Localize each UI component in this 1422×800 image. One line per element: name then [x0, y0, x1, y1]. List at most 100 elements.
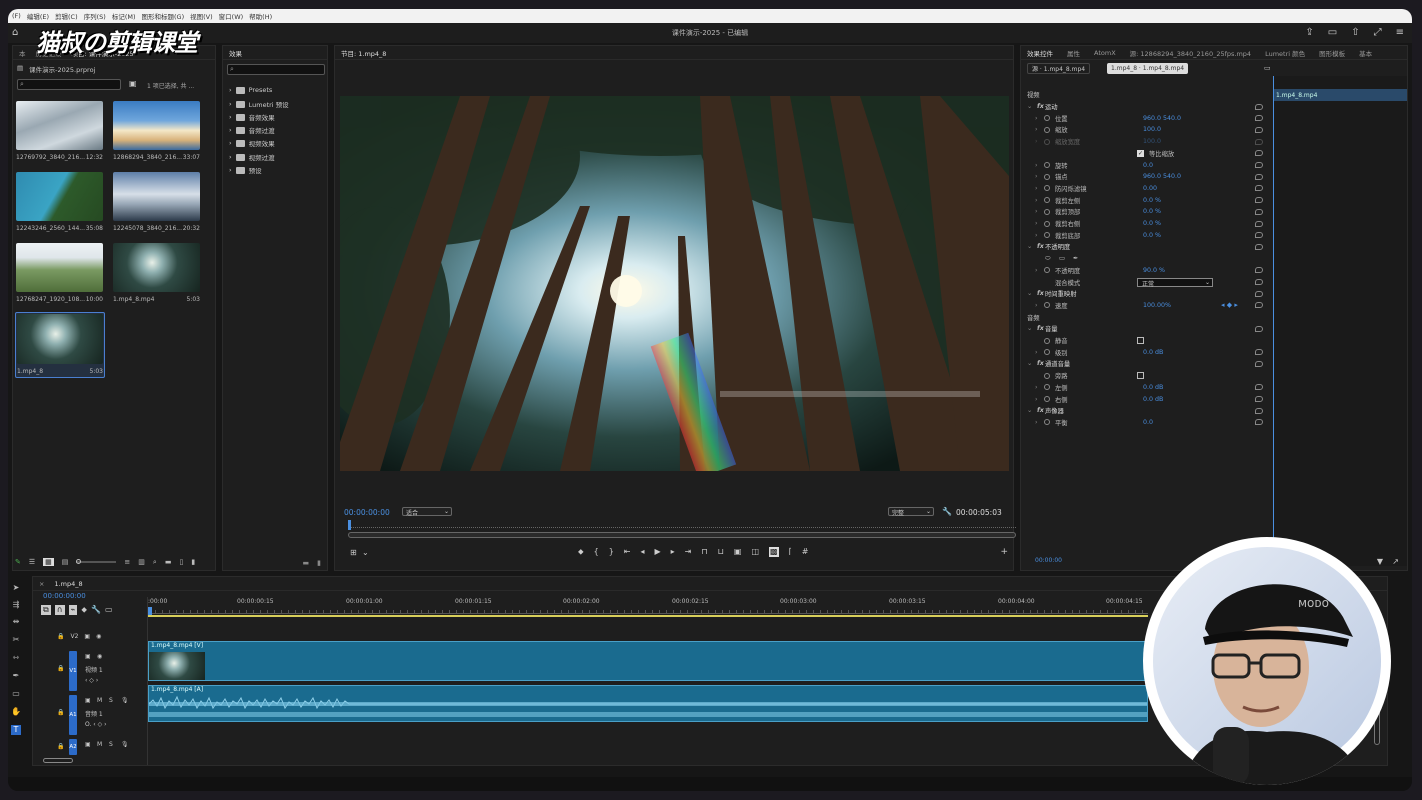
solo-icon[interactable]: S — [109, 741, 113, 748]
menu-item[interactable]: 图形和标题(G) — [142, 11, 185, 21]
menu-item[interactable]: (F) — [12, 12, 21, 20]
reset-icon[interactable] — [1255, 325, 1263, 332]
reset-icon[interactable] — [1255, 384, 1263, 391]
stopwatch-icon[interactable] — [1044, 197, 1050, 204]
sync-lock-icon[interactable]: ▣ — [84, 633, 90, 640]
sync-lock-icon[interactable]: ▣ — [85, 653, 91, 660]
tab-atomx[interactable]: AtomX — [1094, 49, 1116, 57]
ec-property-row[interactable]: › 旋转 0.0 — [1025, 159, 1265, 171]
menu-item[interactable]: 标记(M) — [112, 11, 136, 21]
ec-effect-header[interactable]: ⌄ fx 不透明度 — [1025, 241, 1265, 253]
menu-item[interactable]: 编辑(E) — [27, 11, 49, 21]
share-icon[interactable]: ⇪ — [1305, 27, 1313, 38]
close-icon[interactable]: × — [39, 580, 44, 588]
effects-folder[interactable]: › 视频效果 — [229, 138, 275, 148]
chevron-right-icon[interactable]: › — [1035, 126, 1038, 133]
reset-icon[interactable] — [1255, 349, 1263, 356]
effects-folder[interactable]: › 音频效果 — [229, 112, 275, 122]
chevron-down-icon[interactable]: ⌄ — [362, 548, 369, 557]
chevron-right-icon[interactable]: › — [1035, 162, 1038, 169]
ec-timeline-area[interactable] — [1273, 76, 1407, 566]
ec-property-row[interactable]: 旁路 — [1025, 370, 1265, 382]
stopwatch-icon[interactable] — [1044, 162, 1050, 169]
lift-icon[interactable]: ⊓ — [701, 547, 707, 557]
stopwatch-icon[interactable] — [1044, 173, 1050, 180]
clip-thumbnail-snow[interactable] — [16, 101, 103, 150]
ec-property-row[interactable]: 混合模式 正常 ⌄ — [1025, 276, 1265, 288]
property-value[interactable]: 960.0 540.0 — [1143, 115, 1181, 122]
camera-icon[interactable]: ▣ — [734, 547, 742, 557]
menu-item[interactable]: 帮助(H) — [249, 11, 272, 21]
menu-item[interactable]: 序列(S) — [84, 11, 106, 21]
ec-property-row[interactable]: › 右侧 0.0 dB — [1025, 393, 1265, 405]
stopwatch-icon[interactable] — [1044, 396, 1050, 403]
stopwatch-icon[interactable] — [1044, 208, 1050, 215]
tab-lumetri[interactable]: Lumetri 颜色 — [1265, 48, 1305, 58]
chevron-right-icon[interactable]: › — [1035, 396, 1038, 403]
ec-property-row[interactable]: › 左侧 0.0 dB — [1025, 382, 1265, 394]
new-bin-icon[interactable]: ▬ — [165, 558, 172, 566]
vr-icon[interactable]: ⌈ — [789, 547, 792, 557]
ec-effect-header[interactable]: ⌄ fx 时间重映射 — [1025, 288, 1265, 300]
linked-selection-icon[interactable]: ⌁ — [68, 605, 78, 615]
ec-property-row[interactable]: 静音 — [1025, 335, 1265, 347]
ec-section-header[interactable]: 音频 — [1025, 311, 1265, 323]
timeline-timecode[interactable]: 00:00:00:00 — [43, 592, 86, 600]
type-tool-icon[interactable]: T — [11, 725, 21, 735]
tab-program[interactable]: 节目: 1.mp4_8 — [341, 48, 386, 58]
ec-mask-tools[interactable]: ⬭ ▭ ✒ — [1025, 253, 1265, 265]
sort-icon[interactable]: ≡ — [124, 558, 130, 566]
toggle-proxy-icon[interactable]: ▩ — [769, 547, 779, 557]
mark-out-icon[interactable]: } — [609, 547, 614, 557]
stopwatch-icon[interactable] — [1044, 384, 1050, 391]
reset-icon[interactable] — [1255, 208, 1263, 215]
stopwatch-icon[interactable] — [1044, 419, 1050, 426]
eye-icon[interactable]: ◉ — [96, 633, 101, 640]
ec-property-row[interactable]: › 防闪烁滤镜 0.00 — [1025, 183, 1265, 195]
playhead-marker[interactable] — [348, 520, 351, 530]
lock-icon[interactable]: 🔒 — [57, 665, 64, 672]
clip-thumbnail-coast[interactable] — [16, 172, 103, 221]
track-target-a2[interactable]: A2 — [69, 739, 77, 755]
stopwatch-icon[interactable] — [1044, 302, 1050, 309]
fx-badge-icon[interactable]: fx — [1037, 103, 1044, 110]
work-area-bar[interactable] — [148, 615, 1148, 617]
ec-effect-header[interactable]: ⌄ fx 运动 — [1025, 101, 1265, 113]
clip-thumbnail-clouds[interactable] — [113, 101, 200, 150]
reset-icon[interactable] — [1255, 173, 1263, 180]
reset-icon[interactable] — [1255, 267, 1263, 274]
ec-playhead[interactable] — [1273, 76, 1274, 566]
playhead-timecode[interactable]: 00:00:00:00 — [344, 508, 390, 517]
tab-essential[interactable]: 基本 — [1359, 48, 1372, 58]
blend-mode-dropdown[interactable]: 正常 ⌄ — [1137, 277, 1213, 288]
ec-property-row[interactable]: › 速度 100.00% ◂ ◆ ▸ — [1025, 300, 1265, 312]
window-icon[interactable]: ▭ — [1328, 27, 1337, 38]
chevron-right-icon[interactable]: › — [1035, 419, 1038, 426]
stopwatch-icon[interactable] — [1044, 267, 1050, 274]
ec-effect-header[interactable]: ⌄ fx 音量 — [1025, 323, 1265, 335]
ec-property-row[interactable]: › 不透明度 90.0 % — [1025, 265, 1265, 277]
property-value[interactable]: 0.0 dB — [1143, 396, 1163, 403]
ec-property-row[interactable]: › 裁剪左侧 0.0 % — [1025, 194, 1265, 206]
freeform-view-icon[interactable]: ▤ — [62, 558, 69, 566]
menu-icon[interactable]: ≡ — [1396, 27, 1404, 38]
grid-icon[interactable]: # — [802, 547, 809, 557]
marker-icon[interactable]: ⬥ — [578, 547, 584, 557]
timeline-scroll-bar[interactable] — [43, 758, 73, 763]
clip-thumbnail-sea-of-clouds[interactable] — [113, 172, 200, 221]
chevron-down-icon[interactable]: ⌄ — [1027, 243, 1032, 250]
step-forward-icon[interactable]: ▸ — [671, 547, 675, 557]
stopwatch-icon[interactable] — [1044, 220, 1050, 227]
nest-icon[interactable]: ⧉ — [41, 605, 51, 615]
chevron-right-icon[interactable]: › — [1035, 208, 1038, 215]
timeline-ruler[interactable]: :00:00 00:00:00:15 00:00:01:00 00:00:01:… — [148, 598, 1143, 610]
new-bin-icon[interactable]: ▣ — [129, 79, 137, 88]
clip-thumbnail-forest[interactable] — [113, 243, 200, 292]
settings-icon[interactable]: 🔧 — [91, 605, 101, 615]
trash-icon[interactable]: ▮ — [317, 559, 321, 567]
reset-icon[interactable] — [1255, 290, 1263, 297]
reset-icon[interactable] — [1255, 162, 1263, 169]
ec-property-row[interactable]: › 裁剪顶部 0.0 % — [1025, 206, 1265, 218]
ec-effect-header[interactable]: ⌄ fx 通道音量 — [1025, 358, 1265, 370]
menu-item[interactable]: 视图(V) — [190, 11, 213, 21]
